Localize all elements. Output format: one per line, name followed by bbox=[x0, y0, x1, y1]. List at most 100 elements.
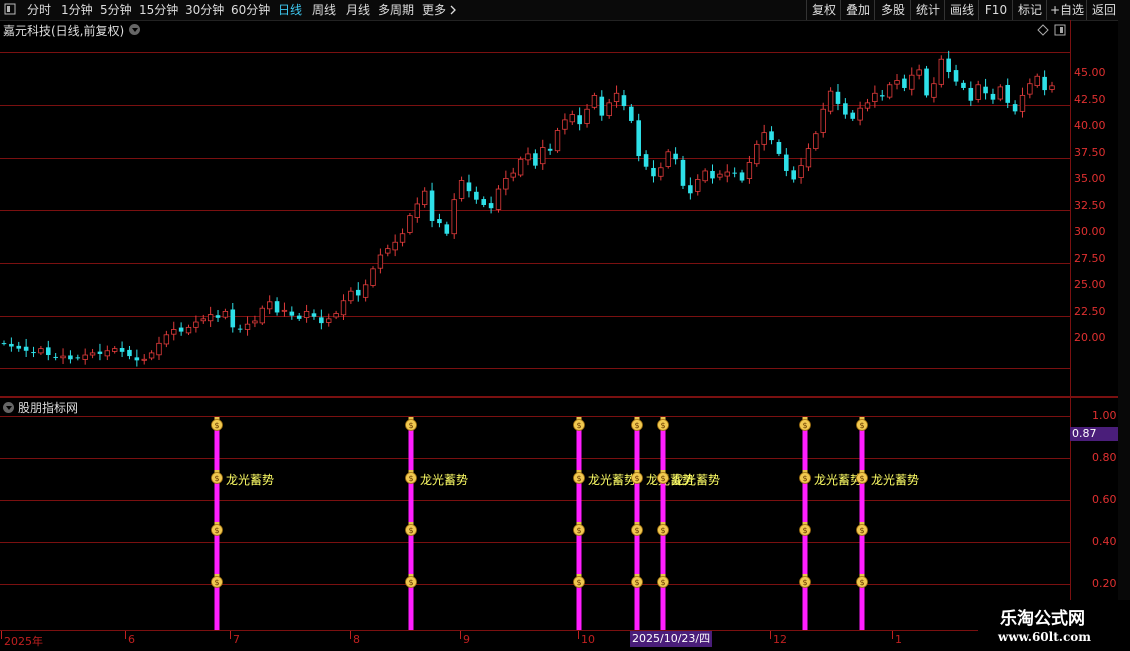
money-bag-icon: $ bbox=[799, 574, 811, 588]
candle-body bbox=[362, 284, 369, 298]
candle-body bbox=[156, 342, 162, 356]
crosshair-date-label: 2025/10/23/四 bbox=[630, 631, 713, 647]
watermark-url: www.60lt.com bbox=[998, 630, 1091, 644]
candle-body bbox=[857, 107, 863, 121]
candle-body bbox=[185, 326, 192, 334]
chevron-right-icon[interactable] bbox=[449, 5, 457, 15]
price-tick: 30.00 bbox=[1074, 225, 1106, 238]
candle-body bbox=[864, 102, 871, 109]
candle-body bbox=[68, 355, 73, 360]
signal-label: 龙光蓄势 bbox=[672, 473, 720, 487]
svg-text:$: $ bbox=[214, 526, 219, 535]
money-bag-icon: $ bbox=[405, 522, 417, 536]
candle-body bbox=[577, 115, 582, 125]
candle-body bbox=[392, 241, 398, 251]
money-bag-icon: $ bbox=[211, 417, 223, 431]
period-tab-more[interactable]: 更多 bbox=[422, 0, 446, 20]
candle-body bbox=[517, 158, 524, 176]
candle-body bbox=[296, 315, 302, 319]
period-toolbar: 分时 1分钟 5分钟 15分钟 30分钟 60分钟 日线 周线 月线 多周期 更… bbox=[0, 0, 1130, 21]
price-tick: 45.00 bbox=[1074, 66, 1106, 79]
candle-body bbox=[562, 119, 568, 130]
candle-body bbox=[333, 313, 339, 318]
draw-line-button[interactable]: 画线 bbox=[944, 0, 979, 20]
period-tab-multi[interactable]: 多周期 bbox=[378, 0, 414, 20]
candle-body bbox=[798, 165, 804, 178]
mark-button[interactable]: 标记 bbox=[1012, 0, 1047, 20]
candle-body bbox=[717, 173, 723, 178]
money-bag-icon: $ bbox=[405, 574, 417, 588]
restore-rights-button[interactable]: 复权 bbox=[806, 0, 841, 20]
period-tab-monthly[interactable]: 月线 bbox=[346, 0, 370, 20]
candle-body bbox=[621, 95, 627, 107]
svg-text:$: $ bbox=[408, 526, 413, 535]
candle-body bbox=[1005, 84, 1011, 103]
signal-series: $$$$龙光蓄势$$$$龙光蓄势$$$$龙光蓄势$$$$龙光蓄势$$$$龙光蓄势… bbox=[211, 417, 919, 630]
price-axis: 45.00 42.50 40.00 37.50 35.00 32.50 30.0… bbox=[1070, 20, 1118, 396]
period-tab-30min[interactable]: 30分钟 bbox=[185, 0, 224, 20]
money-bag-icon: $ bbox=[405, 470, 417, 484]
add-watchlist-button[interactable]: +自选 bbox=[1046, 0, 1087, 20]
f10-button[interactable]: F10 bbox=[978, 0, 1013, 20]
candle-body bbox=[754, 143, 760, 165]
candle-body bbox=[1019, 95, 1026, 112]
period-tab-15min[interactable]: 15分钟 bbox=[139, 0, 178, 20]
candle-body bbox=[200, 318, 206, 322]
candle-body bbox=[902, 78, 907, 88]
indicator-panel[interactable]: 股朋指标网 $ $ $ $ 龙光蓄势 $ $ $ $ 龙光蓄势 $ $ $ $ 龙光蓄势 $ $ $ $ 龙光蓄势 $ $… bbox=[0, 398, 1070, 630]
candle-body bbox=[879, 95, 885, 97]
period-tab-60min[interactable]: 60分钟 bbox=[231, 0, 270, 20]
candle-body bbox=[680, 159, 686, 186]
back-button[interactable]: 返回 bbox=[1086, 0, 1121, 20]
candle-body bbox=[451, 199, 457, 235]
candle-body bbox=[274, 301, 280, 313]
money-bag-icon: $ bbox=[856, 522, 868, 536]
overlay-button[interactable]: 叠加 bbox=[840, 0, 875, 20]
svg-text:$: $ bbox=[859, 526, 864, 535]
candle-body bbox=[813, 133, 819, 150]
candle-body bbox=[850, 112, 856, 119]
date-label: 1 bbox=[895, 633, 902, 646]
candle-body bbox=[695, 179, 701, 192]
svg-text:$: $ bbox=[576, 474, 581, 483]
candle-body bbox=[429, 190, 435, 221]
period-tab-5min[interactable]: 5分钟 bbox=[100, 0, 132, 20]
candle-body bbox=[82, 354, 88, 360]
candle-body bbox=[1012, 104, 1018, 112]
candle-body bbox=[31, 352, 36, 354]
candle-body bbox=[127, 349, 132, 357]
svg-text:$: $ bbox=[634, 578, 639, 587]
candle-body bbox=[710, 170, 715, 179]
candle-body bbox=[732, 172, 737, 174]
candle-body bbox=[237, 328, 243, 330]
candle-body bbox=[75, 357, 81, 359]
price-tick: 40.00 bbox=[1074, 119, 1106, 132]
statistics-button[interactable]: 统计 bbox=[910, 0, 945, 20]
svg-text:$: $ bbox=[634, 421, 639, 430]
svg-text:$: $ bbox=[660, 421, 665, 430]
period-tab-daily[interactable]: 日线 bbox=[278, 0, 302, 20]
period-tab-weekly[interactable]: 周线 bbox=[312, 0, 336, 20]
candle-body bbox=[303, 310, 310, 318]
svg-text:$: $ bbox=[214, 421, 219, 430]
candle-body bbox=[1034, 75, 1040, 87]
indicator-tick: 0.60 bbox=[1092, 493, 1117, 506]
money-bag-icon: $ bbox=[799, 417, 811, 431]
price-tick: 20.00 bbox=[1074, 331, 1106, 344]
multi-stock-button[interactable]: 多股 bbox=[874, 0, 911, 20]
candle-body bbox=[466, 182, 472, 192]
candle-body bbox=[407, 215, 413, 233]
svg-text:$: $ bbox=[660, 526, 665, 535]
period-tab-fenshi[interactable]: 分时 bbox=[27, 0, 51, 20]
right-info-strip[interactable] bbox=[1118, 20, 1130, 630]
candle-body bbox=[983, 86, 988, 94]
candle-body bbox=[688, 185, 693, 194]
svg-text:$: $ bbox=[408, 578, 413, 587]
window-toggle-icon[interactable] bbox=[4, 3, 16, 15]
period-tab-1min[interactable]: 1分钟 bbox=[61, 0, 93, 20]
candle-body bbox=[481, 199, 487, 205]
candle-body bbox=[1042, 76, 1047, 91]
svg-text:$: $ bbox=[859, 578, 864, 587]
candle-body bbox=[281, 309, 288, 312]
price-chart-panel[interactable]: 嘉元科技(日线,前复权) bbox=[0, 20, 1070, 396]
